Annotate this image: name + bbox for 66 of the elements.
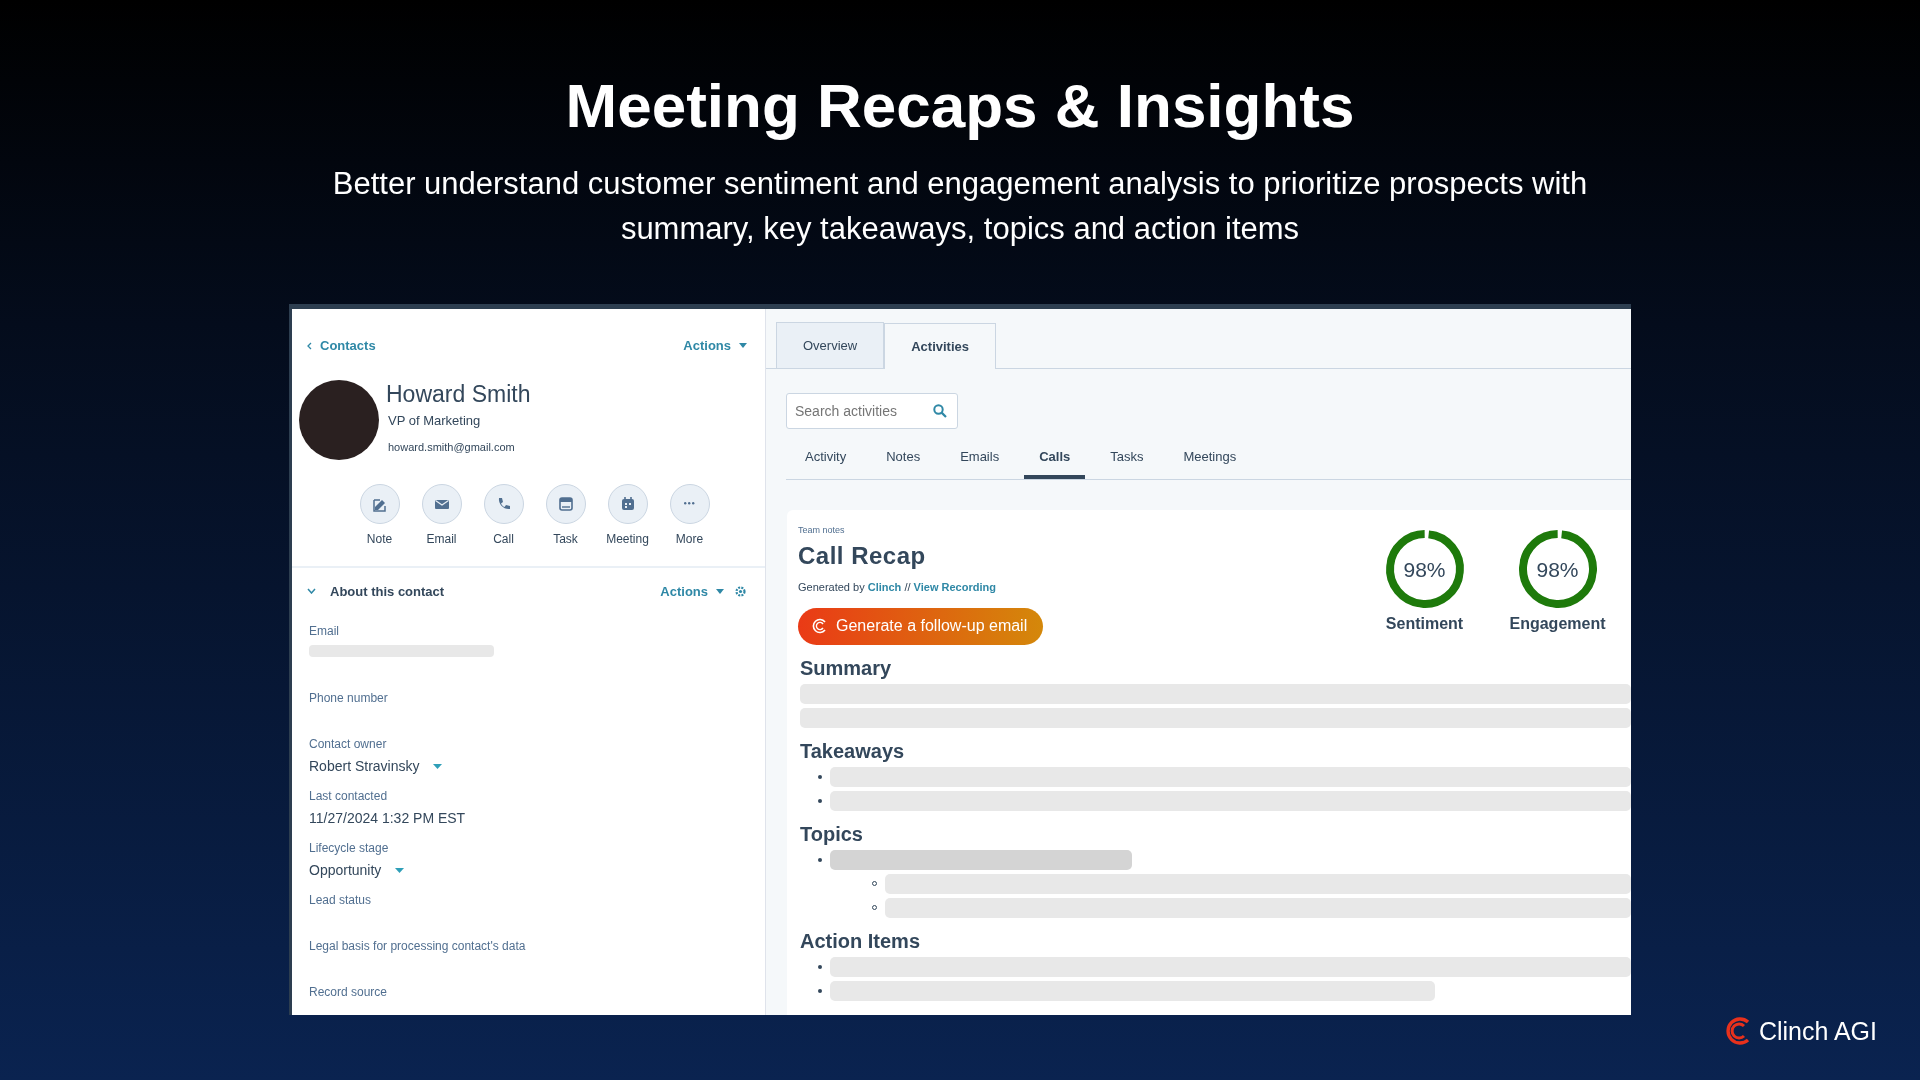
view-recording-link[interactable]: View Recording	[913, 581, 996, 594]
slide-title: Meeting Recaps & Insights	[564, 72, 1356, 141]
activity-tab[interactable]: Tasks	[1095, 447, 1159, 479]
activity-tab[interactable]: Notes	[871, 447, 936, 479]
activity-tab[interactable]: Activity	[790, 447, 862, 479]
field-dropdown[interactable]: Opportunity	[309, 860, 405, 881]
action-label: Task	[553, 530, 578, 548]
caret-down-icon	[433, 763, 443, 769]
section-heading: Topics	[800, 821, 864, 846]
bullet-icon	[818, 988, 822, 993]
action-label: Call	[493, 530, 514, 548]
activity-tab[interactable]: Emails	[945, 447, 1015, 479]
activity-tab[interactable]: Meetings	[1168, 447, 1252, 479]
chevron-down-icon[interactable]	[307, 588, 316, 595]
field-label: Lead status	[309, 892, 373, 909]
score-label: Sentiment	[1385, 613, 1464, 634]
bullet-icon	[818, 857, 822, 862]
logo-text: Clinch AGI	[1758, 1015, 1877, 1047]
section-heading: Takeaways	[800, 738, 906, 763]
score-reading: 98%	[1536, 558, 1579, 580]
caret-down-icon	[395, 867, 405, 873]
contact-name: Howard Smith	[386, 379, 531, 408]
score-label: Engagement	[1509, 613, 1606, 634]
score-reading: 98%	[1403, 558, 1446, 580]
action-label: Note	[366, 530, 393, 548]
actions-dropdown[interactable]: Actions	[683, 336, 747, 356]
field-label: Legal basis for processing contact's data	[309, 938, 527, 955]
generated-by-text: Generated by Clinch // View Recording	[798, 580, 997, 596]
contact-email: howard.smith@gmail.com	[388, 440, 516, 456]
card-title: Call Recap	[798, 541, 927, 572]
field-label: Record source	[309, 984, 389, 1001]
chevron-left-icon	[307, 341, 312, 350]
field-label: Contact owner	[309, 736, 388, 753]
job-title: VP of Marketing	[388, 411, 482, 430]
section-title: About this contact	[330, 582, 445, 601]
tab[interactable]: Overview	[776, 322, 885, 369]
more-icon	[684, 502, 695, 506]
section-heading: Summary	[800, 655, 893, 680]
settings-icon[interactable]	[734, 584, 747, 598]
action-label: Meeting	[606, 530, 649, 548]
back-link[interactable]: Contacts	[307, 336, 376, 356]
caret-down-icon	[739, 343, 747, 349]
field-label: Lifecycle stage	[309, 840, 390, 857]
bullet-icon	[818, 798, 822, 803]
field-label: Email	[309, 623, 340, 640]
section-heading: Action Items	[800, 928, 922, 953]
eyebrow-label: Team notes	[798, 523, 846, 537]
field-label: Last contacted	[309, 788, 389, 805]
field-value: 11/27/2024 1:32 PM EST	[309, 809, 467, 829]
bullet-icon	[818, 964, 822, 969]
swirl-logo-icon	[812, 618, 828, 635]
tab[interactable]: Activities	[884, 323, 996, 370]
actions-dropdown[interactable]: Actions	[660, 581, 724, 602]
task-icon	[556, 494, 575, 513]
generate-email-button[interactable]: Generate a follow-up email	[798, 607, 1044, 645]
search-icon[interactable]	[933, 404, 947, 419]
caret-down-icon	[716, 588, 724, 594]
bullet-icon	[818, 774, 822, 779]
search-field[interactable]: Search activities	[786, 393, 958, 430]
field-dropdown[interactable]: Robert Stravinsky	[309, 756, 443, 777]
action-label: More	[675, 530, 704, 548]
field-label: Phone number	[309, 690, 389, 707]
activity-tab[interactable]: Calls	[1024, 447, 1086, 479]
clinch-link[interactable]: Clinch	[867, 581, 902, 594]
slide-subtitle: Better understand customer sentiment and engagement analysis to prioritize prospects with summary, key takeaways, topics and action items	[331, 165, 1589, 249]
action-label: Email	[426, 530, 457, 548]
